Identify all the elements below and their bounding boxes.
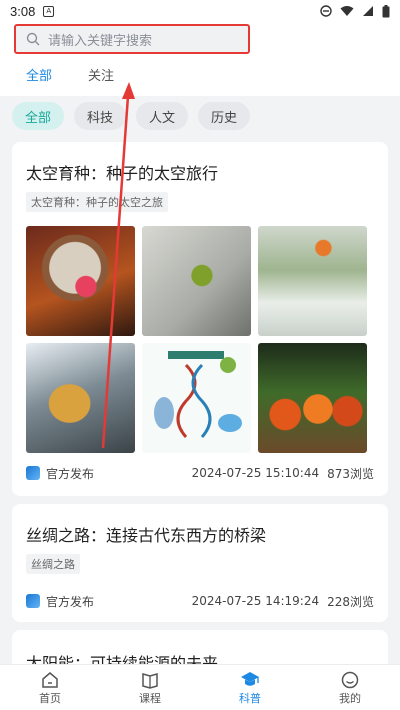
article-title: 太空育种：种子的太空旅行 bbox=[26, 164, 219, 183]
wifi-icon bbox=[340, 6, 354, 16]
bottom-nav: 首页 课程 科普 我的 bbox=[0, 664, 400, 710]
official-logo-icon bbox=[26, 594, 40, 608]
article-tag: 太空育种：种子的太空之旅 bbox=[26, 192, 168, 212]
smiley-icon bbox=[341, 671, 359, 688]
article-meta: 官方发布 2024-07-25 15:10:44 873浏览 bbox=[26, 464, 374, 482]
chip-humanities[interactable]: 人文 bbox=[136, 102, 189, 130]
chip-tech[interactable]: 科技 bbox=[74, 102, 127, 130]
nav-mine[interactable]: 我的 bbox=[300, 665, 400, 710]
tab-following[interactable]: 关注 bbox=[88, 62, 114, 92]
pumpkins-image[interactable] bbox=[258, 343, 367, 453]
nav-science-label: 科普 bbox=[239, 691, 261, 705]
article-tag: 丝绸之路 bbox=[26, 554, 80, 574]
chip-all[interactable]: 全部 bbox=[12, 102, 65, 130]
search-icon bbox=[26, 32, 40, 46]
header: 请输入关键字搜索 全部 关注 bbox=[0, 22, 400, 96]
status-icons bbox=[320, 4, 390, 18]
article-views: 873浏览 bbox=[327, 466, 374, 481]
lab-sample-image[interactable] bbox=[258, 226, 367, 336]
feed-tabs: 全部 关注 bbox=[0, 62, 114, 92]
article-views: 228浏览 bbox=[327, 594, 374, 609]
nav-mine-label: 我的 bbox=[339, 691, 361, 705]
article-card[interactable]: 丝绸之路：连接古代东西方的桥梁 丝绸之路 官方发布 2024-07-25 14:… bbox=[12, 504, 388, 622]
do-not-disturb-icon bbox=[320, 5, 332, 17]
category-chips: 全部 科技 人文 历史 bbox=[12, 102, 251, 130]
article-source: 官方发布 bbox=[46, 466, 95, 481]
signal-icon bbox=[363, 6, 373, 16]
dna-diagram bbox=[154, 351, 242, 438]
battery-icon bbox=[382, 4, 390, 17]
nav-science[interactable]: 科普 bbox=[200, 665, 300, 710]
status-time: 3:08 bbox=[10, 3, 36, 19]
nav-home[interactable]: 首页 bbox=[0, 665, 100, 710]
chip-history[interactable]: 历史 bbox=[198, 102, 251, 130]
article-date: 2024-07-25 14:19:24 bbox=[191, 594, 320, 608]
image-grid bbox=[26, 226, 367, 453]
home-icon bbox=[42, 671, 58, 688]
space-capsule-image[interactable] bbox=[26, 343, 135, 453]
search-input[interactable]: 请输入关键字搜索 bbox=[14, 24, 250, 54]
official-logo-icon bbox=[26, 466, 40, 480]
article-source: 官方发布 bbox=[46, 594, 95, 609]
search-placeholder: 请输入关键字搜索 bbox=[48, 33, 153, 49]
astronaut-image[interactable] bbox=[26, 226, 135, 336]
article-meta: 官方发布 2024-07-25 14:19:24 228浏览 bbox=[26, 592, 374, 610]
status-bar: 3:08 A bbox=[0, 0, 400, 22]
dna-diagram-image[interactable] bbox=[142, 343, 251, 453]
nav-course[interactable]: 课程 bbox=[100, 665, 200, 710]
book-icon bbox=[142, 672, 158, 689]
article-card[interactable]: 太空育种：种子的太空旅行 太空育种：种子的太空之旅 官方发布 2024-07-2… bbox=[12, 142, 388, 496]
nav-course-label: 课程 bbox=[139, 691, 161, 705]
article-title: 丝绸之路：连接古代东西方的桥梁 bbox=[26, 526, 267, 545]
notification-icon: A bbox=[43, 5, 55, 17]
article-date: 2024-07-25 15:10:44 bbox=[191, 466, 320, 480]
seedling-hand-image[interactable] bbox=[142, 226, 251, 336]
tab-all[interactable]: 全部 bbox=[26, 62, 52, 92]
graduation-cap-icon bbox=[241, 671, 259, 686]
nav-home-label: 首页 bbox=[39, 691, 61, 705]
